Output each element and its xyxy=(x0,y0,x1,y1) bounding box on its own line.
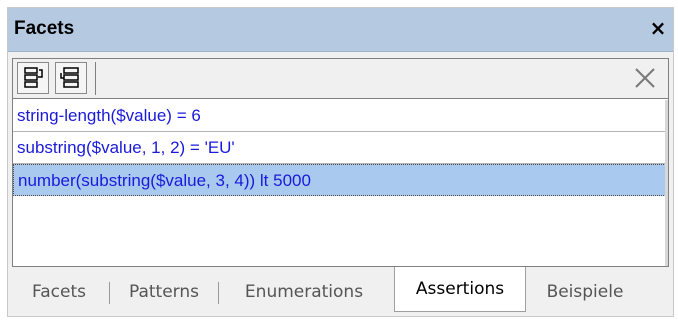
delete-button[interactable] xyxy=(630,63,660,93)
facet-tabbar: Facets Patterns Enumerations Assertions … xyxy=(8,267,673,316)
close-button[interactable]: × xyxy=(647,16,669,40)
tab-separator xyxy=(218,282,219,304)
list-scroll-edge xyxy=(665,100,668,266)
assertions-list: string-length($value) = 6 substring($val… xyxy=(13,100,668,196)
tab-patterns[interactable]: Patterns xyxy=(111,270,217,314)
delete-icon xyxy=(635,68,655,88)
tab-beispiele[interactable]: Beispiele xyxy=(528,270,642,314)
tab-facets[interactable]: Facets xyxy=(10,270,108,314)
append-icon xyxy=(60,67,79,88)
assertion-row-selected[interactable]: number(substring($value, 3, 4)) lt 5000 xyxy=(13,164,668,196)
assertion-row[interactable]: string-length($value) = 6 xyxy=(13,100,668,132)
insert-before-button[interactable] xyxy=(17,62,49,94)
append-button[interactable] xyxy=(55,62,87,94)
panel-title: Facets xyxy=(14,18,75,39)
facets-panel: Facets × string-length($value) = 6 subst… xyxy=(7,7,674,317)
toolbar-separator xyxy=(95,62,96,95)
tab-separator xyxy=(109,282,110,304)
assertions-list-container: string-length($value) = 6 substring($val… xyxy=(12,58,669,267)
tab-enumerations[interactable]: Enumerations xyxy=(220,270,388,314)
panel-titlebar: Facets × xyxy=(8,8,673,52)
tab-assertions[interactable]: Assertions xyxy=(394,267,526,312)
assertions-toolbar xyxy=(13,59,668,99)
insert-before-icon xyxy=(24,67,43,88)
assertion-row[interactable]: substring($value, 1, 2) = 'EU' xyxy=(13,132,668,164)
